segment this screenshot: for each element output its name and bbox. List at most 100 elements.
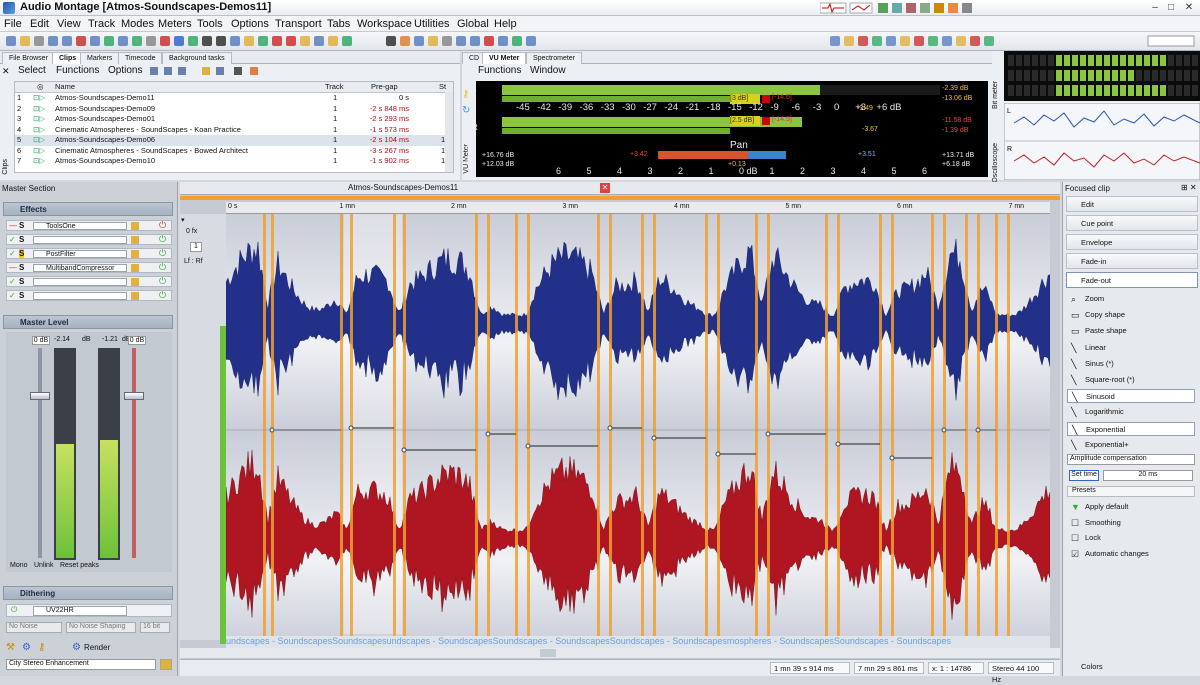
key-icon[interactable]: ⚷ <box>462 89 469 100</box>
fade-shape-paste-shape[interactable]: ▭ Paste shape <box>1067 324 1195 338</box>
menu-global[interactable]: Global <box>457 18 489 30</box>
solo-button[interactable]: S <box>19 235 24 244</box>
clips-toolbar-icons[interactable] <box>150 66 260 76</box>
clips-menu-options[interactable]: Options <box>108 65 142 76</box>
waveform-canvas[interactable] <box>226 214 1050 648</box>
toolbar-button-icon[interactable] <box>48 36 58 46</box>
left-fader-handle[interactable] <box>30 392 50 400</box>
fade-shape-zoom[interactable]: ⌕ Zoom <box>1067 292 1195 306</box>
effect-edit-icon[interactable] <box>131 264 139 272</box>
solo-button[interactable]: S <box>19 249 25 258</box>
toolbar-button-icon[interactable] <box>118 36 128 46</box>
master-level-header[interactable]: Master Level <box>3 315 173 329</box>
menu-transport[interactable]: Transport <box>275 18 322 30</box>
toolbar-button-icon[interactable] <box>328 36 338 46</box>
toolbar-button-icon[interactable] <box>872 36 882 46</box>
toolbar-button-icon[interactable] <box>956 36 966 46</box>
unlink-button[interactable]: Unlink <box>34 562 53 569</box>
tab-timecode[interactable]: Timecode <box>118 52 163 64</box>
minimize-icon[interactable]: – <box>1148 2 1162 14</box>
fade-marker[interactable] <box>943 214 946 636</box>
envelope-point[interactable] <box>348 425 354 431</box>
col-st[interactable]: St <box>439 82 446 93</box>
clips-menu-select[interactable]: Select <box>18 65 46 76</box>
bypass-icon[interactable]: — <box>9 221 17 230</box>
effect-slot[interactable]: ✓ S ⏻ <box>6 234 172 245</box>
montage-tab-title[interactable]: Atmos-Soundscapes-Demos11 <box>348 183 458 192</box>
tab-spectrometer[interactable]: Spectrometer <box>526 52 583 64</box>
toolbar-button-icon[interactable] <box>526 36 536 46</box>
menu-workspace[interactable]: Workspace <box>357 18 412 30</box>
power-icon[interactable]: ⏻ <box>159 248 166 259</box>
horizontal-scrollbar[interactable] <box>180 648 1060 658</box>
toolbar-button-icon[interactable] <box>844 36 854 46</box>
toolbar-button-icon[interactable] <box>244 36 254 46</box>
toolbar-button-icon[interactable] <box>386 36 396 46</box>
tab-vu-meter[interactable]: VU Meter <box>482 52 527 64</box>
render-button[interactable]: Render <box>84 643 110 652</box>
envelope-point[interactable] <box>525 443 531 449</box>
fade-marker[interactable] <box>609 214 612 636</box>
toolbar-button-icon[interactable] <box>188 36 198 46</box>
tab-file-browser[interactable]: File Browser <box>2 52 55 64</box>
effect-edit-icon[interactable] <box>131 236 139 244</box>
level-left-gain[interactable]: 0 dB <box>32 336 50 345</box>
effect-slot[interactable]: ✓ S ⏻ <box>6 290 172 301</box>
toolbar-button-icon[interactable] <box>886 36 896 46</box>
checkbox-icon[interactable]: ☑ <box>1071 547 1079 561</box>
effect-name[interactable] <box>33 292 127 300</box>
effect-name[interactable] <box>33 278 127 286</box>
bypass-icon[interactable]: ✓ <box>9 277 16 286</box>
bypass-icon[interactable]: — <box>9 263 17 272</box>
effect-name[interactable] <box>33 236 127 244</box>
menu-options[interactable]: Options <box>231 18 269 30</box>
fade-marker[interactable] <box>717 214 720 636</box>
toolbar-button-icon[interactable] <box>216 36 226 46</box>
toolbar-button-icon[interactable] <box>942 36 952 46</box>
fade-marker[interactable] <box>597 214 600 636</box>
fade-marker[interactable] <box>837 214 840 636</box>
menu-tabs[interactable]: Tabs <box>327 18 350 30</box>
fade-marker[interactable] <box>403 214 406 636</box>
fade-shape-sinusoid[interactable]: ╲ Sinusoid <box>1067 389 1195 404</box>
table-row[interactable]: 6 ⊡▷ Cinematic Atmospheres - SoundScapes -… <box>15 146 453 157</box>
effect-edit-icon[interactable] <box>131 222 139 230</box>
toolbar-button-icon[interactable] <box>230 36 240 46</box>
amplitude-compensation-select[interactable]: Amplitude compensation <box>1067 454 1195 465</box>
fade-marker[interactable] <box>879 214 882 636</box>
fade-shape-sinus-[interactable]: ╲ Sinus (*) <box>1067 357 1195 371</box>
fade-shape-exponential-[interactable]: ╲ Exponential+ <box>1067 438 1195 452</box>
table-row[interactable]: 3 ⊡▷ Atmos-Soundscapes-Demo01 1 -2 s 293 ms <box>15 114 453 125</box>
fade-shape-linear[interactable]: ╲ Linear <box>1067 341 1195 355</box>
fade-shape-copy-shape[interactable]: ▭ Copy shape <box>1067 308 1195 322</box>
toolbar-button-icon[interactable] <box>62 36 72 46</box>
effect-name[interactable]: MultibandCompressor <box>33 264 127 272</box>
bypass-icon[interactable]: ✓ <box>9 235 16 244</box>
key-icon[interactable]: ⚷ <box>38 642 45 653</box>
close-tab-icon[interactable]: ✕ <box>600 183 610 193</box>
effect-edit-icon[interactable] <box>131 250 139 258</box>
toolbar-button-icon[interactable] <box>984 36 994 46</box>
settings-icon[interactable]: ⚙ <box>22 642 31 653</box>
focused-clip-fade-in-button[interactable]: Fade-in <box>1066 253 1198 269</box>
power-icon[interactable]: ⏻ <box>159 290 166 301</box>
colors-button[interactable]: Colors <box>1065 660 1199 674</box>
solo-button[interactable]: S <box>19 291 24 300</box>
envelope-point[interactable] <box>485 431 491 437</box>
effect-slot[interactable]: — S ToolsOne ⏻ <box>6 220 172 231</box>
fade-marker[interactable] <box>1007 214 1010 636</box>
tab-clips[interactable]: Clips <box>52 52 84 64</box>
toolbar-button-icon[interactable] <box>202 36 212 46</box>
toolbar-button-icon[interactable] <box>342 36 352 46</box>
fade-shape-square-root-[interactable]: ╲ Square-root (*) <box>1067 373 1195 387</box>
effect-slot[interactable]: ✓ S ⏻ <box>6 276 172 287</box>
envelope-point[interactable] <box>835 441 841 447</box>
fade-marker[interactable] <box>263 214 266 636</box>
option-apply-default[interactable]: ▼ Apply default <box>1067 500 1195 514</box>
toolbar-button-icon[interactable] <box>400 36 410 46</box>
solo-button[interactable]: S <box>19 277 24 286</box>
panel-pin-icon[interactable]: ⊞ ✕ <box>1181 183 1197 192</box>
focused-clip-fade-out-button[interactable]: Fade-out <box>1066 272 1198 288</box>
fade-marker[interactable] <box>527 214 530 636</box>
time-ruler[interactable]: 0 s 1 mn 2 mn 3 mn 4 mn 5 mn 6 mn 7 mn <box>226 202 1050 214</box>
